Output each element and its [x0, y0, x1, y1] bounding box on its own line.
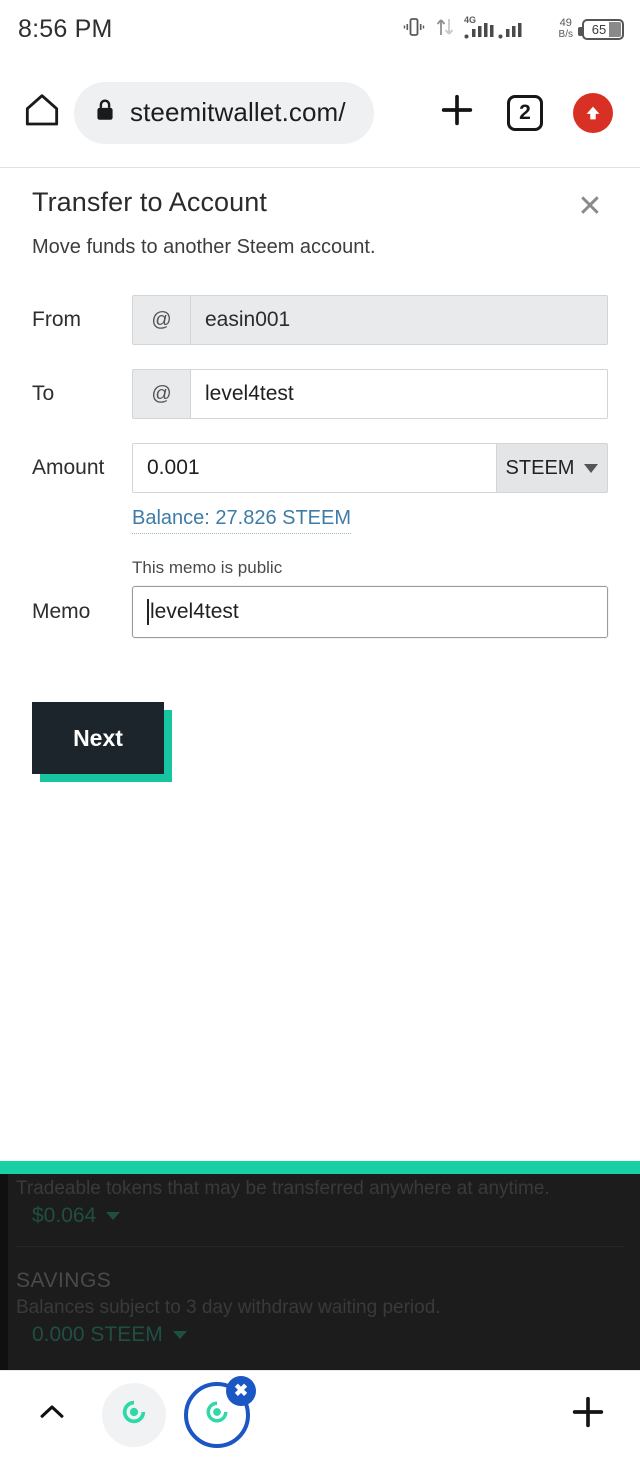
plus-icon: [568, 1392, 608, 1437]
from-input: easin001: [190, 295, 608, 345]
vibrate-icon: [402, 15, 426, 44]
network-speed: 49 B/s: [558, 17, 573, 41]
memo-hint: This memo is public: [132, 558, 283, 577]
upload-arrow-icon: [573, 92, 613, 133]
next-button-wrap: Next: [32, 702, 172, 782]
from-field[interactable]: @ easin001: [132, 295, 608, 345]
expand-toolbar-button[interactable]: [24, 1395, 80, 1434]
savings-value-row[interactable]: 0.000 STEEM: [32, 1323, 624, 1347]
svg-text:4G: 4G: [464, 15, 476, 25]
browser-actions: 2: [430, 86, 626, 140]
transfer-form: From @ easin001 To @ level4test Amount 0…: [0, 295, 640, 782]
home-button[interactable]: [14, 90, 70, 135]
address-bar[interactable]: steemitwallet.com/: [74, 81, 374, 144]
tradeable-value: $0.064: [32, 1204, 97, 1227]
new-tab-button[interactable]: [430, 86, 484, 140]
dialog-header: Transfer to Account Move funds to anothe…: [0, 169, 640, 259]
form-row-from: From @ easin001: [0, 295, 640, 345]
transfer-dialog: ✕ Transfer to Account Move funds to anot…: [0, 169, 640, 1161]
network-speed-unit: B/s: [558, 29, 573, 40]
form-row-memo: Memo This memo is public level4test: [0, 558, 640, 638]
address-bar-url: steemitwallet.com/: [130, 97, 346, 127]
memo-group: This memo is public level4test: [132, 558, 608, 638]
amount-field: 0.001 STEEM: [132, 443, 608, 493]
tradeable-note: Tradeable tokens that may be transferred…: [16, 1178, 550, 1199]
tab-count-badge: 2: [507, 94, 543, 131]
tab-thumbnail-2-active[interactable]: ✖: [180, 1375, 256, 1452]
balance-link[interactable]: Balance: 27.826 STEEM: [132, 507, 352, 534]
savings-heading: SAVINGS: [16, 1269, 112, 1292]
section-divider: [16, 1246, 624, 1247]
tab-switcher-button[interactable]: 2: [498, 86, 552, 140]
to-field[interactable]: @ level4test: [132, 369, 608, 419]
background-wallet-page: Tradeable tokens that may be transferred…: [0, 1174, 640, 1370]
chevron-down-icon: [172, 1331, 187, 1339]
tradeable-block: Tradeable tokens that may be transferred…: [0, 1174, 640, 1347]
lock-icon: [94, 97, 116, 128]
savings-note: Balances subject to 3 day withdraw waiti…: [16, 1297, 441, 1318]
text-cursor: [147, 599, 149, 625]
steem-favicon: [118, 1396, 150, 1433]
tab-thumbnail-1[interactable]: [102, 1382, 166, 1447]
battery-icon: 65: [578, 18, 624, 40]
memo-input[interactable]: level4test: [132, 586, 608, 638]
network-speed-value: 49: [559, 17, 572, 29]
memo-label: Memo: [32, 600, 91, 623]
form-row-to: To @ level4test: [0, 369, 640, 419]
memo-input-value: level4test: [150, 600, 239, 623]
form-row-amount: Amount 0.001 STEEM Balance: 27.826 STEEM: [0, 443, 640, 534]
battery-level: 65: [591, 21, 607, 37]
close-tab-button[interactable]: ✖: [226, 1375, 256, 1406]
status-clock: 8:56 PM: [18, 14, 113, 43]
phone-screen: 8:56 PM 4G 49 B/s 65 steemitwallet.com/ …: [0, 0, 640, 1458]
signal-bars-icon: 4G: [464, 14, 550, 45]
close-dialog-button[interactable]: ✕: [568, 185, 612, 229]
browser-toolbar: steemitwallet.com/ 2: [0, 58, 640, 168]
add-tab-button[interactable]: [560, 1392, 616, 1437]
chevron-up-icon: [35, 1395, 69, 1434]
savings-value: 0.000 STEEM: [32, 1323, 163, 1346]
status-icons: 4G 49 B/s 65: [402, 14, 624, 45]
to-label: To: [32, 382, 55, 405]
amount-group: 0.001 STEEM Balance: 27.826 STEEM: [132, 443, 608, 534]
amount-label: Amount: [32, 456, 105, 479]
at-symbol-icon: @: [132, 295, 190, 345]
chevron-down-icon: [584, 463, 599, 473]
browser-bottom-bar: ✖: [0, 1370, 640, 1458]
page-subtitle: Move funds to another Steem account.: [32, 236, 376, 258]
next-button[interactable]: Next: [32, 702, 164, 774]
currency-select[interactable]: STEEM: [496, 443, 608, 493]
update-button[interactable]: [566, 86, 620, 140]
chevron-down-icon: [106, 1212, 121, 1220]
tradeable-value-row[interactable]: $0.064: [32, 1204, 624, 1228]
home-icon: [22, 90, 62, 135]
accent-strip: [0, 1161, 640, 1174]
page-title: Transfer to Account: [32, 187, 268, 217]
status-bar: 8:56 PM 4G 49 B/s 65: [0, 0, 640, 58]
data-transfer-icon: [435, 15, 455, 44]
page-left-edge: [0, 1174, 8, 1370]
plus-icon: [437, 90, 477, 135]
at-symbol-icon: @: [132, 369, 190, 419]
to-input[interactable]: level4test: [190, 369, 608, 419]
from-label: From: [32, 308, 81, 331]
amount-input[interactable]: 0.001: [132, 443, 496, 493]
currency-select-value: STEEM: [505, 456, 575, 479]
